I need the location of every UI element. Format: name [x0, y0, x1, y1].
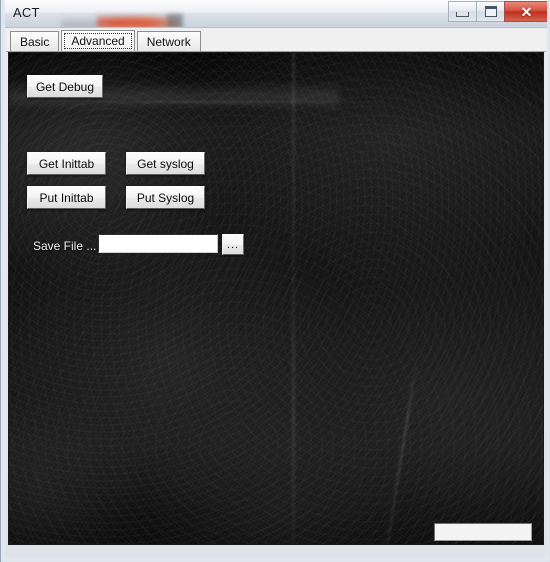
- window-title: ACT: [13, 5, 40, 20]
- application-window: ACT ✕ Basic Advanced Network Get Debug G…: [0, 0, 550, 562]
- window-controls: ✕: [448, 1, 549, 22]
- save-file-input[interactable]: [98, 234, 218, 253]
- save-file-label: Save File ...: [33, 239, 97, 253]
- browse-ellipsis-label: ...: [226, 238, 240, 251]
- maximize-icon: [484, 6, 497, 17]
- get-inittab-label: Get Inittab: [38, 156, 95, 171]
- status-bar: [434, 523, 532, 541]
- tab-network[interactable]: Network: [136, 31, 201, 52]
- title-bar[interactable]: ACT ✕: [1, 0, 550, 28]
- tab-basic-label: Basic: [20, 34, 50, 49]
- put-inittab-button[interactable]: Put Inittab: [27, 186, 106, 209]
- get-syslog-button[interactable]: Get syslog: [126, 152, 205, 175]
- tab-basic[interactable]: Basic: [10, 31, 60, 52]
- close-button[interactable]: ✕: [504, 1, 549, 22]
- titlebar-dark-artifact: [167, 14, 183, 27]
- tab-advanced[interactable]: Advanced: [61, 30, 135, 52]
- save-file-browse-button[interactable]: ...: [222, 234, 244, 255]
- maximize-button[interactable]: [476, 1, 505, 22]
- tab-list: Basic Advanced Network: [10, 30, 203, 52]
- tab-advanced-label: Advanced: [71, 34, 125, 48]
- panel-crease-vertical: [292, 53, 295, 544]
- put-inittab-label: Put Inittab: [39, 190, 94, 205]
- minimize-icon: [456, 11, 469, 17]
- get-debug-button[interactable]: Get Debug: [27, 75, 103, 98]
- get-syslog-label: Get syslog: [137, 156, 194, 171]
- advanced-tab-panel: Get Debug Get Inittab Get syslog Put Ini…: [8, 52, 544, 545]
- minimize-button[interactable]: [448, 1, 477, 22]
- tab-network-label: Network: [146, 34, 191, 49]
- tab-strip: Basic Advanced Network: [6, 29, 546, 52]
- get-debug-label: Get Debug: [35, 79, 95, 94]
- panel-scratch-horizontal: [89, 101, 419, 103]
- put-syslog-button[interactable]: Put Syslog: [126, 186, 205, 209]
- panel-noise-overlay-2: [9, 53, 543, 544]
- get-inittab-button[interactable]: Get Inittab: [27, 152, 106, 175]
- close-icon: ✕: [520, 3, 533, 20]
- put-syslog-label: Put Syslog: [136, 190, 195, 205]
